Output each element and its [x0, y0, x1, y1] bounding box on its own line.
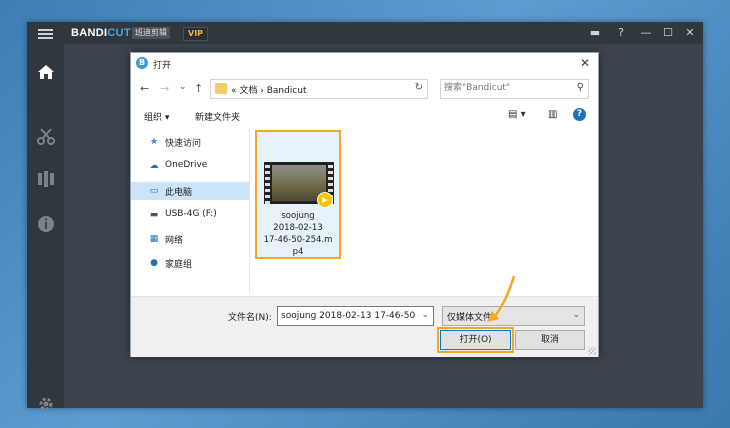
video-file-item[interactable]: ▶ soojung 2018-02-13 17-46-50-254.m p4: [255, 130, 341, 259]
nav-item-label: USB-4G (F:): [165, 209, 217, 219]
bandicut-app-icon: B: [136, 57, 148, 69]
search-input[interactable]: [444, 82, 564, 94]
folder-icon[interactable]: ▬: [587, 25, 603, 41]
cut-icon[interactable]: [36, 126, 56, 146]
cancel-button[interactable]: 取消: [515, 330, 585, 350]
file-name-line: soojung: [281, 211, 315, 221]
navigation-pane: ★ 快速访问 ☁ OneDrive ▭ 此电脑 ▬ USB-4G (F:) ▦ 网络 ● 家庭组: [131, 129, 249, 293]
filename-combo[interactable]: ⌄: [277, 306, 434, 326]
chevron-down-icon[interactable]: ⌄: [572, 310, 580, 320]
filename-label: 文件名(N):: [228, 313, 272, 323]
dialog-footer: 文件名(N): ⌄ 仅媒体文件 ⌄ 打开(O) 取消: [131, 296, 598, 357]
vip-badge[interactable]: VIP: [183, 27, 209, 41]
play-icon: ▶: [317, 192, 333, 208]
join-icon[interactable]: [36, 169, 56, 189]
file-name-line: p4: [292, 247, 304, 257]
home-icon[interactable]: [36, 62, 56, 82]
organize-menu[interactable]: 组织 ▾: [144, 110, 169, 123]
usb-drive-icon: ▬: [149, 210, 159, 220]
breadcrumb[interactable]: « 文档 › Bandicut: [231, 83, 306, 96]
nav-item-label: 家庭组: [165, 260, 193, 270]
help-icon[interactable]: ?: [573, 108, 586, 121]
close-icon[interactable]: ✕: [682, 25, 698, 41]
file-type-select[interactable]: 仅媒体文件 ⌄: [442, 306, 585, 326]
nav-homegroup[interactable]: ● 家庭组: [131, 254, 249, 272]
film-strip-left: [265, 162, 270, 204]
logo-text-main: BANDI: [71, 27, 108, 39]
refresh-icon[interactable]: ↻: [415, 82, 423, 93]
nav-item-label: 网络: [165, 236, 184, 246]
title-bar: BANDICUT 班迪剪辑 VIP ▬ ? — ☐ ✕: [27, 22, 703, 44]
maximize-icon[interactable]: ☐: [660, 25, 676, 41]
open-button[interactable]: 打开(O): [437, 327, 514, 353]
change-view-icon[interactable]: ▤ ▾: [508, 109, 526, 120]
folder-icon: [215, 83, 227, 94]
search-icon[interactable]: ⚲: [577, 82, 584, 93]
help-icon[interactable]: ?: [613, 25, 629, 41]
command-bar: 组织 ▾ 新建文件夹 ▤ ▾ ▥ ?: [131, 105, 598, 127]
computer-icon: ▭: [149, 186, 159, 196]
nav-item-label: 此电脑: [165, 188, 193, 198]
homegroup-icon: ●: [150, 258, 158, 268]
dialog-close-icon[interactable]: ✕: [580, 56, 590, 70]
star-icon: ★: [149, 137, 159, 147]
nav-usb-drive[interactable]: ▬ USB-4G (F:): [131, 206, 249, 224]
logo-text-accent: CUT: [107, 27, 131, 39]
network-icon: ▦: [149, 234, 159, 244]
up-arrow-icon[interactable]: ↑: [194, 82, 203, 95]
nav-onedrive[interactable]: ☁ OneDrive: [131, 157, 249, 175]
minimize-icon[interactable]: —: [638, 25, 654, 41]
resize-grip[interactable]: [588, 347, 596, 355]
filename-input[interactable]: [281, 309, 415, 322]
forward-arrow-icon[interactable]: →: [160, 82, 169, 95]
search-box[interactable]: ⚲: [440, 79, 589, 99]
chevron-down-icon[interactable]: ⌄: [421, 310, 429, 320]
open-file-dialog: B 打开 ✕ ← → ⌄ ↑ « 文档 › Bandicut ⌄ ↻ ⚲ 组织 …: [130, 52, 599, 357]
preview-pane-icon[interactable]: ▥: [548, 109, 557, 120]
new-folder-button[interactable]: 新建文件夹: [195, 110, 240, 123]
nav-quick-access[interactable]: ★ 快速访问: [131, 133, 249, 151]
file-type-value: 仅媒体文件: [447, 313, 493, 323]
pane-splitter[interactable]: [249, 129, 250, 293]
app-name-cn: 班迪剪辑: [132, 27, 170, 39]
dialog-title: 打开: [153, 61, 172, 71]
file-name-line: 2018-02-13: [273, 223, 323, 233]
info-icon[interactable]: [36, 214, 56, 234]
dialog-title-bar: B 打开 ✕: [131, 53, 598, 75]
nav-item-label: OneDrive: [165, 160, 208, 170]
back-arrow-icon[interactable]: ←: [140, 82, 149, 95]
sidebar: [27, 44, 64, 411]
file-name-line: 17-46-50-254.m: [263, 235, 333, 245]
recent-locations-icon[interactable]: ⌄: [179, 82, 187, 92]
nav-item-label: 快速访问: [165, 139, 202, 149]
settings-icon[interactable]: [36, 394, 56, 414]
address-bar[interactable]: « 文档 › Bandicut ⌄ ↻: [210, 79, 490, 99]
nav-this-pc[interactable]: ▭ 此电脑: [131, 182, 249, 200]
app-logo: BANDICUT: [71, 27, 131, 39]
cloud-icon: ☁: [149, 161, 159, 171]
nav-network[interactable]: ▦ 网络: [131, 230, 249, 248]
file-name-label: soojung 2018-02-13 17-46-50-254.m p4: [257, 210, 339, 258]
navigation-row: ← → ⌄ ↑ « 文档 › Bandicut ⌄ ↻ ⚲: [131, 77, 598, 101]
menu-icon[interactable]: [38, 29, 53, 39]
